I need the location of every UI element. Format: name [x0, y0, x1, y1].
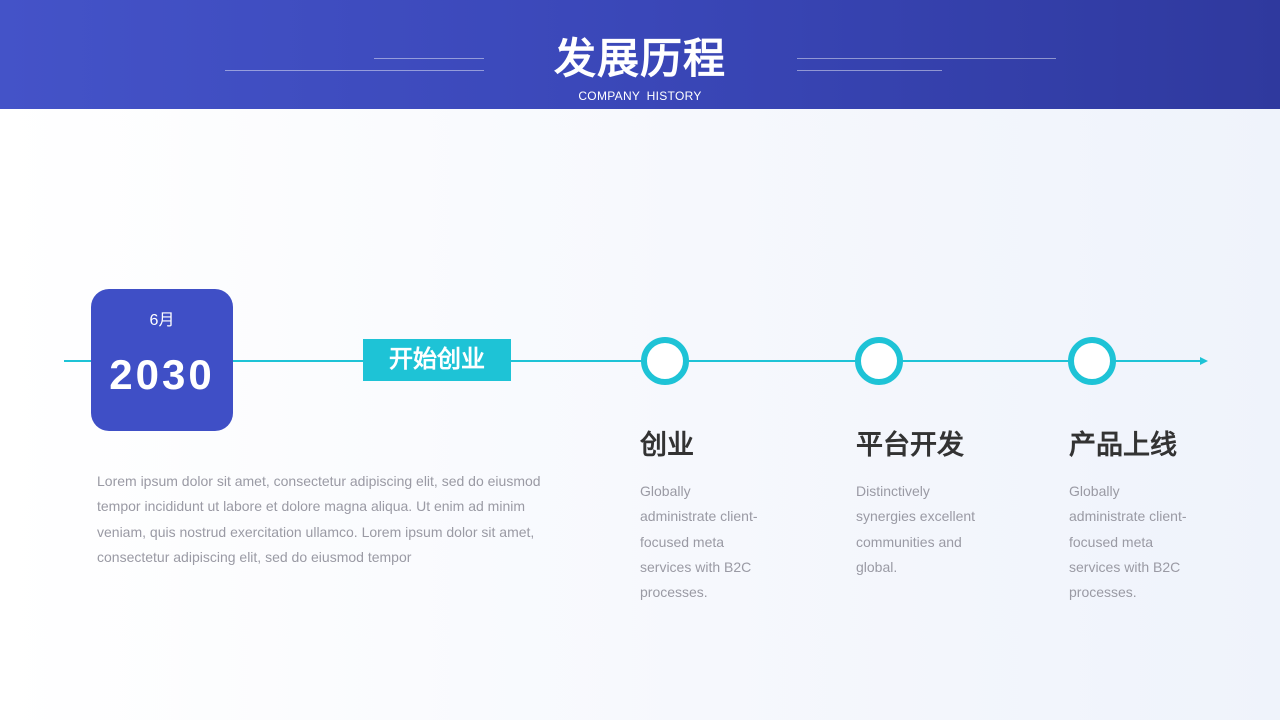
stage-description: Distinctively synergies excellent commun…: [856, 483, 976, 575]
milestone-tag: 开始创业: [363, 339, 511, 381]
page-title: 发展历程: [553, 35, 726, 82]
stage-title: 产品上线: [1069, 430, 1177, 460]
page-subtitle: COMPANY HISTORY: [578, 89, 702, 103]
intro-paragraph: Lorem ipsum dolor sit amet, consectetur …: [97, 473, 541, 565]
timeline-node: [1068, 337, 1116, 385]
date-year: 2030: [109, 351, 215, 398]
stage-title: 创业: [640, 430, 694, 460]
timeline-node: [855, 337, 903, 385]
date-card: 6月 2030: [91, 289, 233, 431]
stage-description: Globally administrate client-focused met…: [640, 483, 758, 601]
header-banner: 发展历程 COMPANY HISTORY: [0, 0, 1280, 109]
timeline-node: [641, 337, 689, 385]
stage-description: Globally administrate client-focused met…: [1069, 483, 1187, 601]
timeline-line: [64, 360, 1202, 362]
date-month: 6月: [149, 312, 175, 329]
stage-title: 平台开发: [856, 430, 964, 460]
timeline-arrow-icon: [1200, 357, 1208, 365]
